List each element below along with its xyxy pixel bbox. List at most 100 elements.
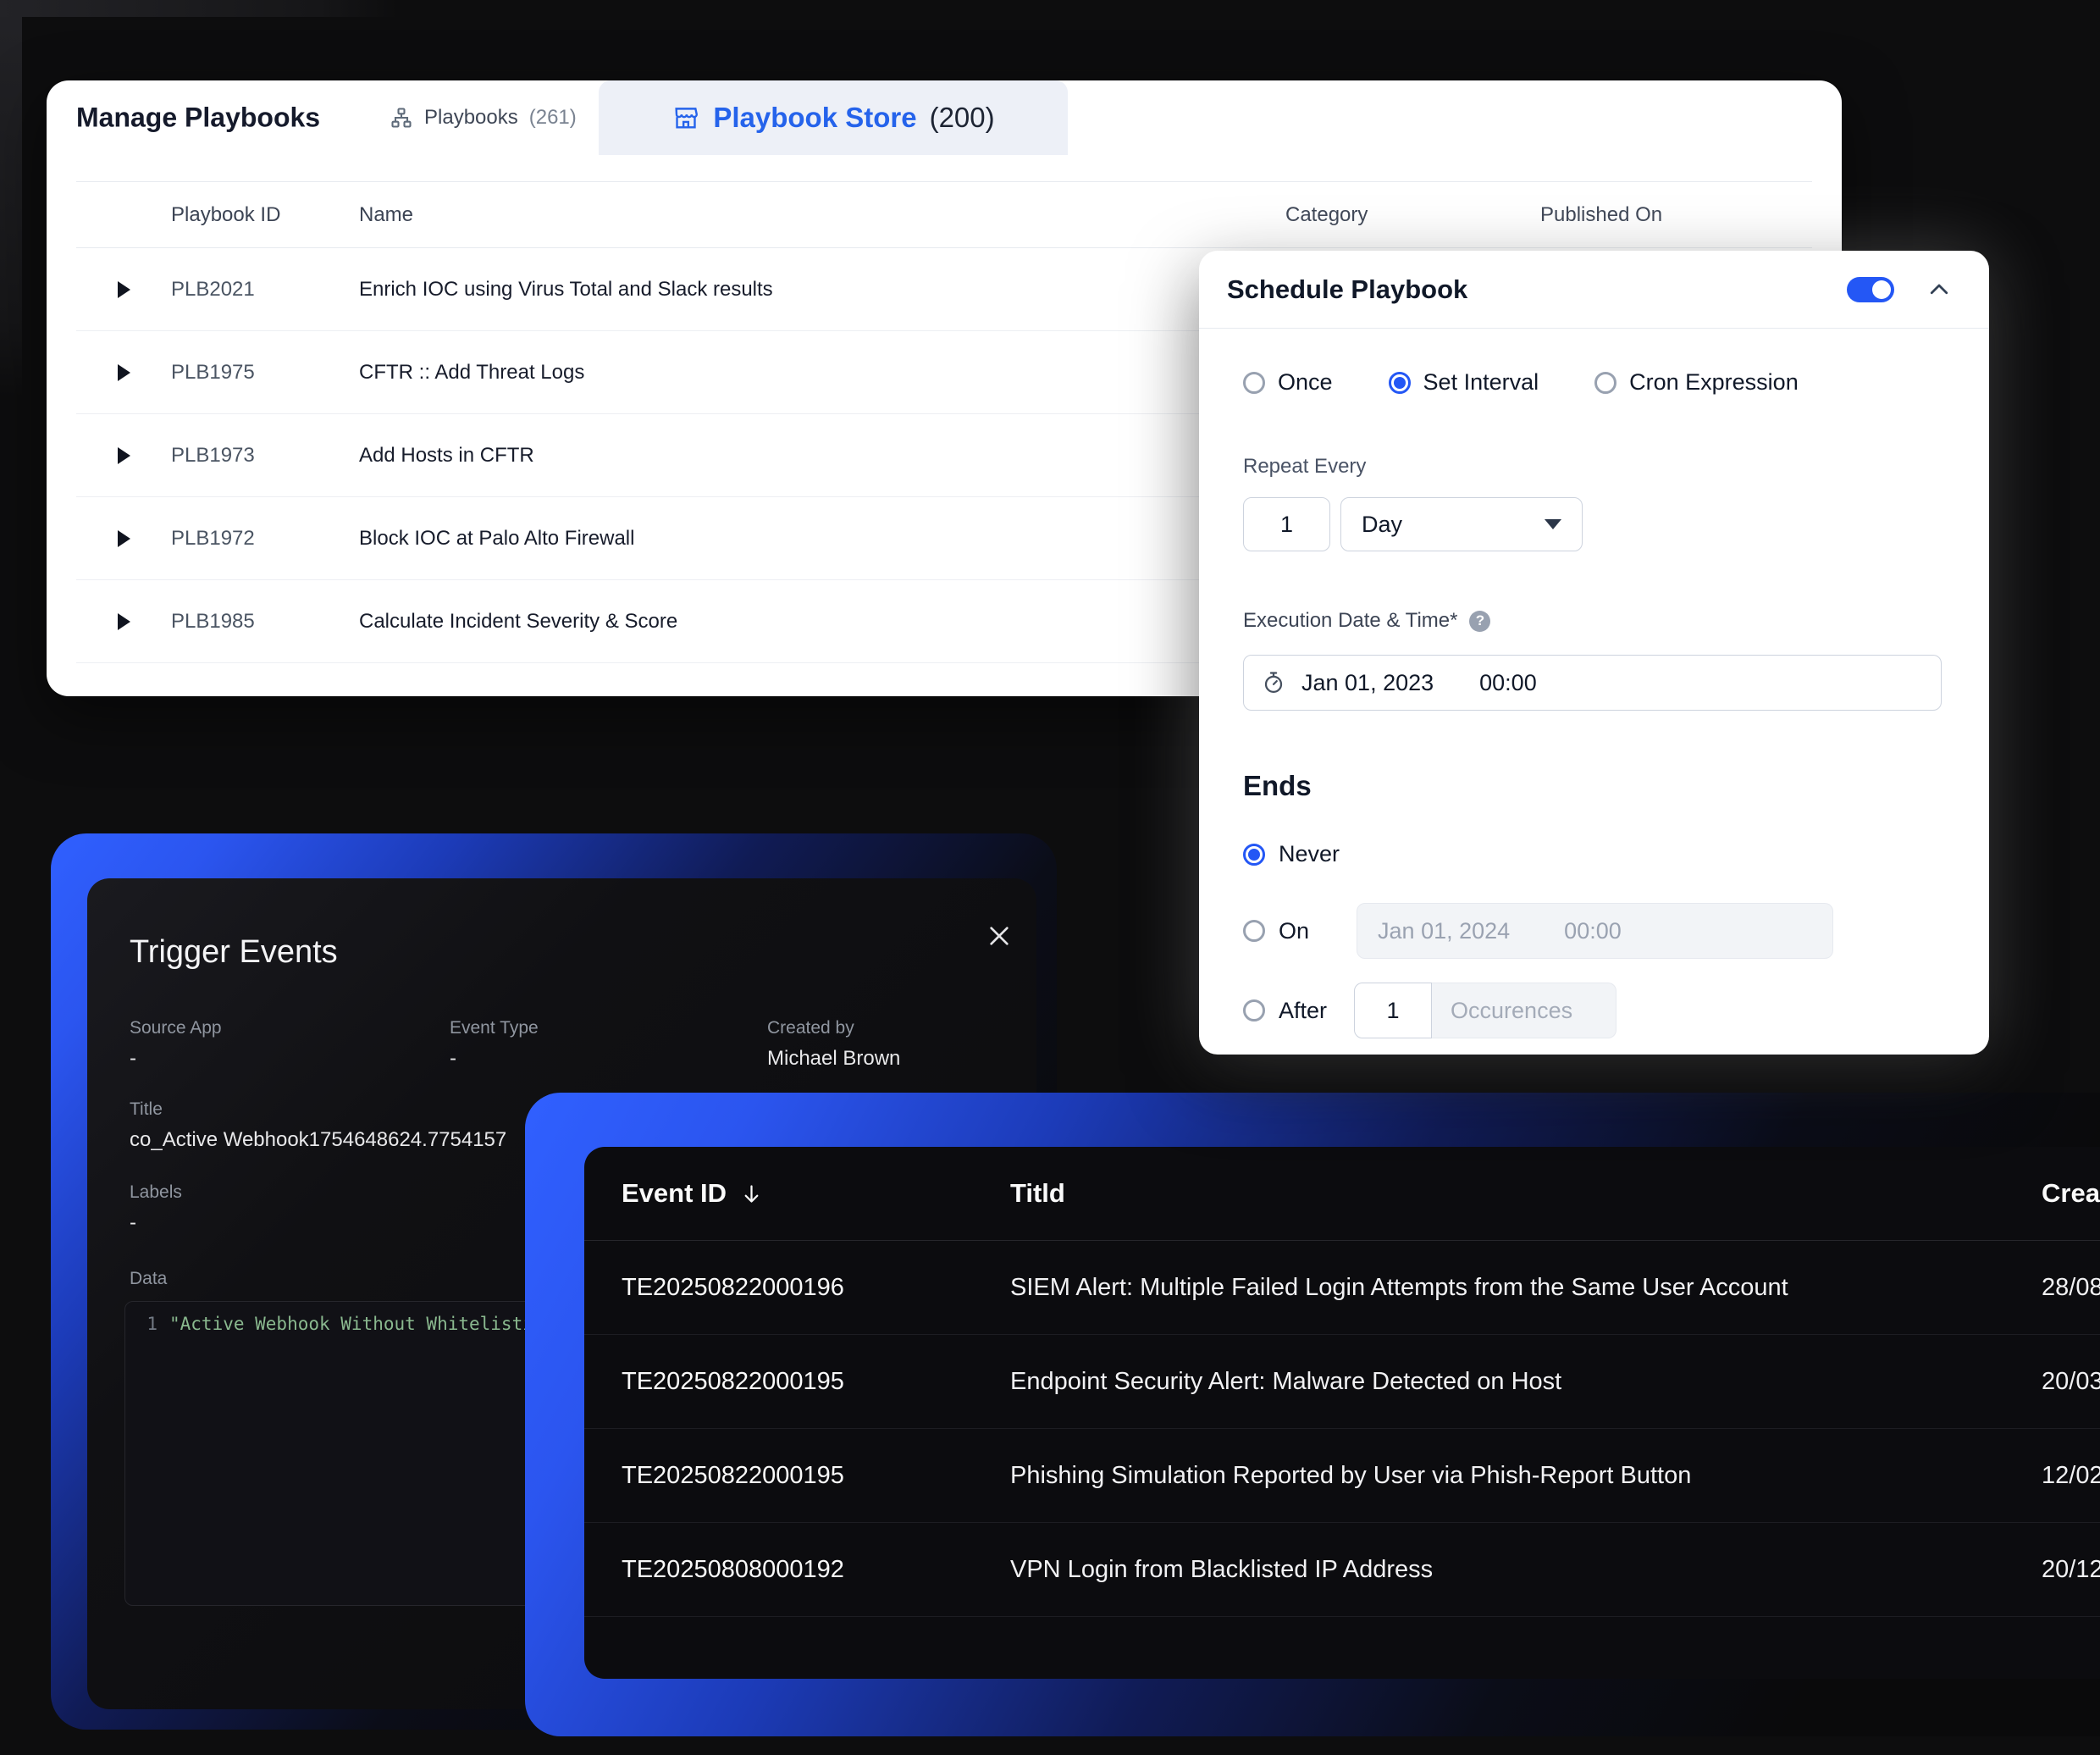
- header-name: Name: [359, 203, 1285, 227]
- ends-heading: Ends: [1243, 770, 1942, 802]
- schedule-toggle[interactable]: [1847, 277, 1894, 302]
- occurrences-placeholder: Occurences: [1432, 983, 1616, 1038]
- created-by-value: Michael Brown: [767, 1047, 900, 1071]
- execution-datetime-label: Execution Date & Time*: [1243, 609, 1457, 633]
- tab-playbook-store-label: Playbook Store: [713, 102, 916, 134]
- events-gradient-frame: Event ID Titld Created TE20250822000196 …: [525, 1093, 2100, 1736]
- radio-never-label: Never: [1279, 841, 1340, 867]
- playbook-name: Add Hosts in CFTR: [359, 444, 1285, 468]
- tab-playbooks-label: Playbooks: [424, 106, 518, 130]
- background-edge-vertical: [0, 0, 22, 398]
- event-title: VPN Login from Blacklisted IP Address: [1010, 1556, 2042, 1584]
- end-on-time: 00:00: [1564, 918, 1622, 944]
- execution-time: 00:00: [1479, 670, 1537, 696]
- tab-playbook-store-count: (200): [930, 102, 995, 134]
- playbook-id: PLB1973: [171, 444, 359, 468]
- event-id: TE20250822000195: [622, 1462, 1010, 1490]
- radio-on-label: On: [1279, 918, 1309, 944]
- event-title: Endpoint Security Alert: Malware Detecte…: [1010, 1368, 2042, 1396]
- manage-playbooks-header: Manage Playbooks Playbooks (261): [47, 80, 1842, 155]
- events-table-header: Event ID Titld Created: [584, 1147, 2100, 1241]
- playbook-name: Enrich IOC using Virus Total and Slack r…: [359, 278, 1285, 302]
- playbook-name: CFTR :: Add Threat Logs: [359, 361, 1285, 385]
- radio-after-label: After: [1279, 998, 1327, 1024]
- help-icon[interactable]: [1469, 611, 1490, 632]
- event-created: 28/08: [2042, 1274, 2100, 1302]
- playbook-name: Block IOC at Palo Alto Firewall: [359, 527, 1285, 551]
- repeat-value: 1: [1280, 512, 1293, 538]
- end-after-input-group: 1 Occurences: [1354, 983, 1616, 1038]
- header-published-on: Published On: [1540, 203, 1812, 227]
- tab-playbooks[interactable]: Playbooks (261): [390, 106, 577, 130]
- radio-cron-circle[interactable]: [1594, 372, 1616, 394]
- radio-once-circle[interactable]: [1243, 372, 1265, 394]
- background-edge-horizontal: [0, 0, 398, 17]
- expand-caret-icon[interactable]: [76, 613, 171, 630]
- event-id: TE20250808000192: [622, 1556, 1010, 1584]
- event-title: Phishing Simulation Reported by User via…: [1010, 1462, 2042, 1490]
- playbook-id: PLB1985: [171, 610, 359, 634]
- event-id: TE20250822000195: [622, 1368, 1010, 1396]
- source-app-value: -: [130, 1047, 450, 1071]
- tab-playbook-store[interactable]: Playbook Store (200): [599, 80, 1068, 155]
- end-on-date: Jan 01, 2024: [1378, 918, 1510, 944]
- created-by-label: Created by: [767, 1018, 900, 1038]
- event-title: SIEM Alert: Multiple Failed Login Attemp…: [1010, 1274, 2042, 1302]
- header-category: Category: [1285, 203, 1540, 227]
- event-row[interactable]: TE20250808000192 VPN Login from Blacklis…: [584, 1523, 2100, 1617]
- radio-on[interactable]: [1243, 920, 1265, 942]
- playbook-id: PLB2021: [171, 278, 359, 302]
- repeat-value-input[interactable]: 1: [1243, 497, 1330, 551]
- playbook-id: PLB1975: [171, 361, 359, 385]
- schedule-header: Schedule Playbook: [1199, 251, 1989, 329]
- event-created: 12/02: [2042, 1462, 2100, 1490]
- code-line: "Active Webhook Without Whitelisting": [169, 1314, 566, 1605]
- source-app-label: Source App: [130, 1018, 450, 1038]
- radio-cron-label: Cron Expression: [1629, 369, 1799, 396]
- event-created: 20/12: [2042, 1556, 2100, 1584]
- event-row[interactable]: TE20250822000195 Endpoint Security Alert…: [584, 1335, 2100, 1429]
- end-on-row: On Jan 01, 2024 00:00: [1243, 903, 1942, 959]
- radio-set-interval-label: Set Interval: [1423, 369, 1539, 396]
- radio-once[interactable]: Once: [1243, 369, 1333, 396]
- store-icon: [671, 103, 700, 132]
- expand-caret-icon[interactable]: [76, 530, 171, 547]
- event-type-value: -: [450, 1047, 767, 1071]
- expand-caret-icon[interactable]: [76, 364, 171, 381]
- close-icon[interactable]: [986, 922, 1013, 949]
- trigger-events-title: Trigger Events: [130, 934, 1036, 971]
- playbook-name: Calculate Incident Severity & Score: [359, 610, 1285, 634]
- radio-never[interactable]: [1243, 844, 1265, 866]
- execution-datetime-input[interactable]: Jan 01, 2023 00:00: [1243, 655, 1942, 711]
- end-on-datetime-input: Jan 01, 2024 00:00: [1357, 903, 1833, 959]
- repeat-every-label: Repeat Every: [1243, 455, 1942, 479]
- header-event-id-label: Event ID: [622, 1178, 727, 1209]
- schedule-body: Once Set Interval Cron Expression Repeat…: [1199, 329, 1989, 1038]
- repeat-unit-value: Day: [1362, 512, 1402, 538]
- header-playbook-id: Playbook ID: [171, 203, 359, 227]
- repeat-unit-select[interactable]: Day: [1340, 497, 1583, 551]
- event-row[interactable]: TE20250822000195 Phishing Simulation Rep…: [584, 1429, 2100, 1523]
- radio-after[interactable]: [1243, 999, 1265, 1021]
- page-title: Manage Playbooks: [76, 102, 320, 134]
- header-created: Created: [2042, 1178, 2100, 1209]
- radio-set-interval-circle[interactable]: [1389, 372, 1411, 394]
- event-row[interactable]: TE20250822000196 SIEM Alert: Multiple Fa…: [584, 1241, 2100, 1335]
- sort-descending-icon[interactable]: [740, 1182, 763, 1205]
- header-title: Titld: [1010, 1178, 2042, 1209]
- timer-icon: [1261, 670, 1286, 695]
- playbooks-table-header: Playbook ID Name Category Published On: [76, 181, 1812, 248]
- expand-caret-icon[interactable]: [76, 447, 171, 464]
- sitemap-icon: [390, 106, 413, 130]
- event-type-label: Event Type: [450, 1018, 767, 1038]
- radio-cron-expression[interactable]: Cron Expression: [1594, 369, 1799, 396]
- schedule-mode-group: Once Set Interval Cron Expression: [1243, 369, 1942, 396]
- header-event-id[interactable]: Event ID: [622, 1178, 1010, 1209]
- expand-caret-icon[interactable]: [76, 281, 171, 298]
- radio-set-interval[interactable]: Set Interval: [1389, 369, 1539, 396]
- playbook-id: PLB1972: [171, 527, 359, 551]
- chevron-up-icon[interactable]: [1926, 277, 1952, 302]
- events-table-card: Event ID Titld Created TE20250822000196 …: [584, 1147, 2100, 1679]
- occurrences-value-input[interactable]: 1: [1354, 983, 1432, 1038]
- end-never-row: Never: [1243, 841, 1942, 867]
